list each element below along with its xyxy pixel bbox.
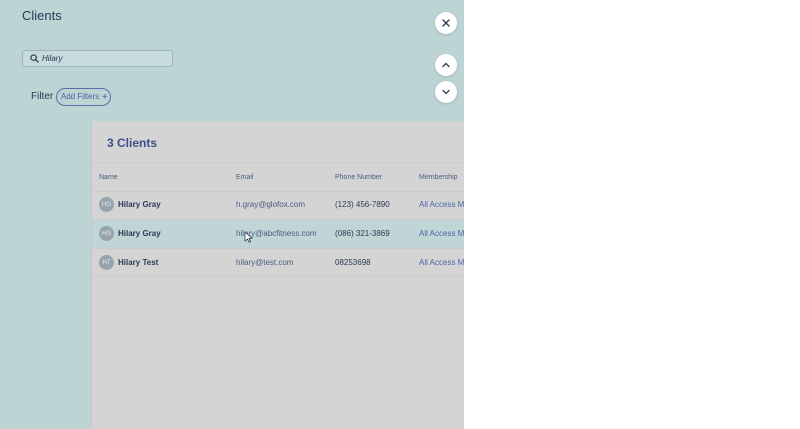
add-filters-label: Add Filters: [60, 92, 100, 101]
search-icon: [30, 54, 39, 63]
client-email: hilary@test.com: [236, 258, 294, 267]
filter-label: Filter: [31, 91, 54, 102]
mouse-cursor-icon: [244, 231, 253, 243]
client-membership: All Access Mo: [419, 258, 464, 267]
client-membership: All Access Mo: [419, 229, 464, 238]
avatar: HT: [99, 255, 114, 270]
avatar: HG: [99, 226, 114, 241]
plus-icon: +: [102, 91, 108, 103]
clients-panel: Clients Filter Add Filters + 3 Clients N…: [0, 0, 464, 429]
client-phone: (086) 321-3869: [335, 229, 390, 238]
table-row[interactable]: HT Hilary Test hilary@test.com 08253698 …: [92, 249, 464, 277]
divider: [92, 276, 464, 277]
chevron-down-icon: [442, 89, 450, 95]
column-header-name[interactable]: Name: [99, 174, 118, 181]
search-input[interactable]: [42, 54, 162, 63]
client-name[interactable]: Hilary Gray: [118, 200, 161, 209]
search-field[interactable]: [22, 50, 173, 67]
add-filters-button[interactable]: Add Filters +: [56, 88, 111, 106]
results-panel: 3 Clients Name Email Phone Number Member…: [91, 121, 464, 429]
client-phone: (123) 456-7890: [335, 200, 390, 209]
client-phone: 08253698: [335, 258, 371, 267]
client-membership: All Access Mo: [419, 200, 464, 209]
close-icon: [442, 19, 450, 27]
column-header-email[interactable]: Email: [236, 174, 254, 181]
results-count: 3 Clients: [107, 136, 158, 150]
client-name[interactable]: Hilary Gray: [118, 229, 161, 238]
chevron-up-icon: [442, 62, 450, 68]
table-row[interactable]: HG Hilary Gray h.gray@glofox.com (123) 4…: [92, 191, 464, 219]
client-name[interactable]: Hilary Test: [118, 258, 158, 267]
avatar: HG: [99, 197, 114, 212]
divider: [92, 162, 464, 163]
column-header-membership[interactable]: Membership: [419, 174, 458, 181]
close-button[interactable]: [435, 12, 457, 34]
scroll-up-button[interactable]: [435, 54, 457, 76]
page-title: Clients: [22, 8, 62, 23]
column-header-phone[interactable]: Phone Number: [335, 174, 382, 181]
scroll-down-button[interactable]: [435, 81, 457, 103]
client-email: h.gray@glofox.com: [236, 200, 306, 209]
table-row[interactable]: HG Hilary Gray hilary@abcfitness.com (08…: [92, 220, 464, 248]
